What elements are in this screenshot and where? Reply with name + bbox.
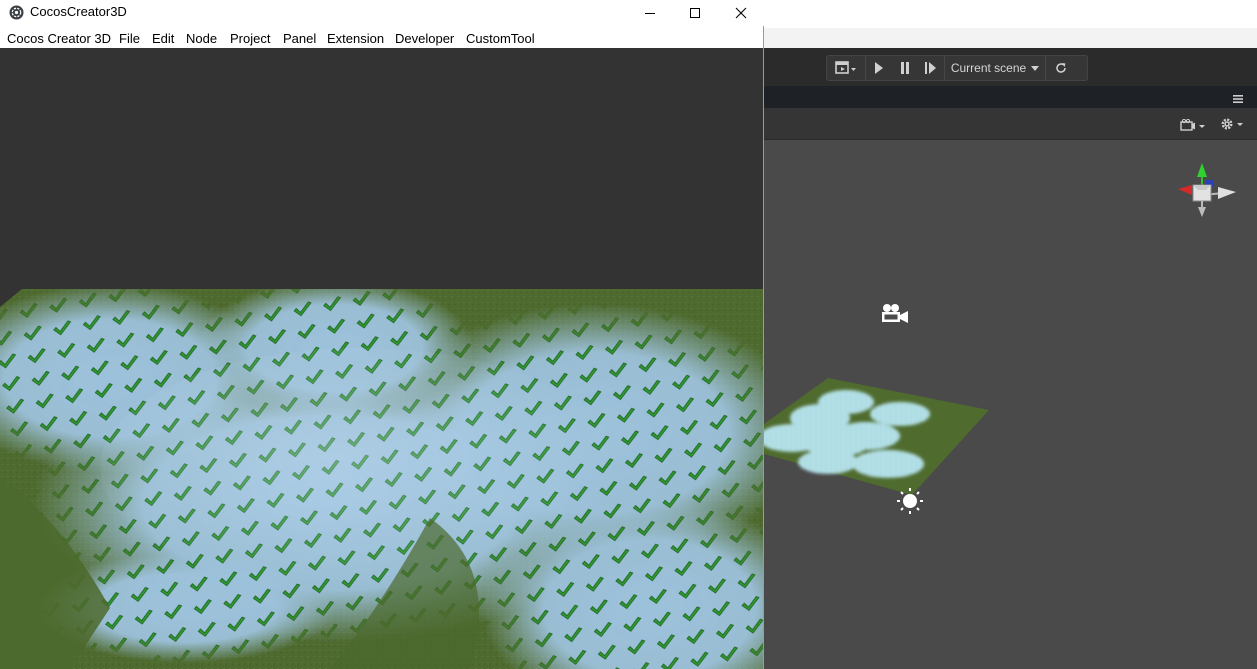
menu-project[interactable]: Project <box>230 31 270 46</box>
camera-options-icon <box>1180 118 1205 131</box>
minimize-icon <box>645 13 655 14</box>
chevron-down-icon <box>1031 65 1040 71</box>
menu-developer[interactable]: Developer <box>395 31 454 46</box>
scene-viewport[interactable] <box>764 140 1257 669</box>
maximize-button[interactable] <box>672 0 718 26</box>
scene-camera-icon[interactable] <box>882 304 908 323</box>
scene-toolbar <box>764 108 1257 140</box>
scene-panel-tabbar <box>764 86 1257 108</box>
menu-cocos-creator-3d[interactable]: Cocos Creator 3D <box>7 31 111 46</box>
scene-preview-button[interactable] <box>827 56 865 80</box>
refresh-icon <box>1056 63 1066 73</box>
editor-menu-area <box>764 28 1257 48</box>
panel-menu-button[interactable] <box>1233 91 1243 109</box>
editor-toolbar: Current scene <box>764 48 1257 86</box>
cocos-app-icon <box>9 5 24 20</box>
scene-canvas <box>764 163 1236 514</box>
title-bar[interactable]: CocosCreator3D <box>0 0 764 26</box>
editor-title-area <box>764 0 1257 28</box>
game-render <box>0 48 763 669</box>
scene-preview-icon <box>835 61 856 74</box>
play-icon <box>875 62 883 74</box>
window-title: CocosCreator3D <box>30 4 127 19</box>
minimize-button[interactable] <box>627 0 673 26</box>
menu-bar: Cocos Creator 3D File Edit Node Project … <box>0 28 763 48</box>
game-preview-viewport[interactable] <box>0 48 763 669</box>
playback-controls: Current scene <box>826 55 1088 81</box>
close-button[interactable] <box>718 0 764 26</box>
pause-icon <box>901 62 909 74</box>
step-icon <box>925 62 936 74</box>
scene-selector-label: Current scene <box>950 61 1027 75</box>
camera-options-button[interactable] <box>1180 118 1206 136</box>
pause-button[interactable] <box>892 56 918 80</box>
scene-settings-button[interactable] <box>1220 117 1246 136</box>
water-highlight <box>100 348 620 588</box>
axis-gizmo-icon[interactable] <box>1178 163 1236 217</box>
step-button[interactable] <box>918 56 944 80</box>
menu-customtool[interactable]: CustomTool <box>466 31 535 46</box>
menu-node[interactable]: Node <box>186 31 217 46</box>
preview-window: CocosCreator3D Cocos Creator 3D File Edi… <box>0 0 764 669</box>
menu-panel[interactable]: Panel <box>283 31 316 46</box>
refresh-button[interactable] <box>1046 56 1076 80</box>
menu-file[interactable]: File <box>119 31 140 46</box>
maximize-icon <box>690 8 700 18</box>
scene-selector[interactable]: Current scene <box>945 56 1045 80</box>
menu-edit[interactable]: Edit <box>152 31 174 46</box>
panel-menu-icon <box>1233 95 1243 103</box>
play-button[interactable] <box>866 56 892 80</box>
menu-extension[interactable]: Extension <box>327 31 384 46</box>
settings-gear-icon <box>1221 118 1243 130</box>
close-icon <box>735 7 747 19</box>
